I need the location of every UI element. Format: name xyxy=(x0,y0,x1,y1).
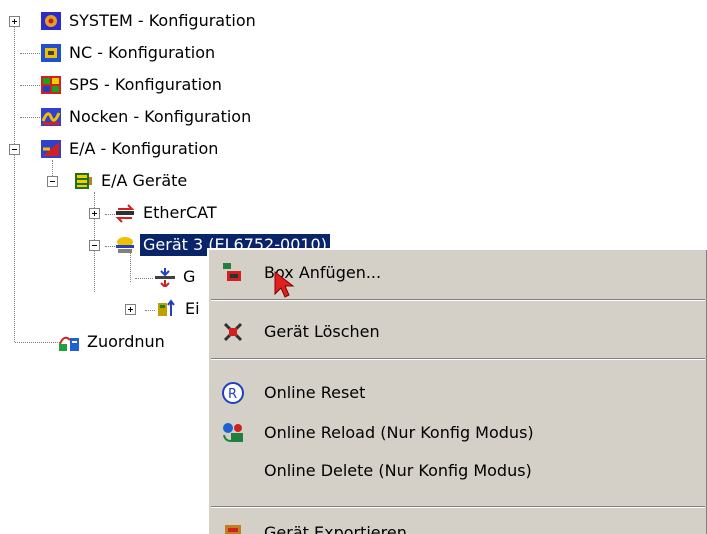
tree-line xyxy=(145,310,155,311)
menu-item-online-delete[interactable]: Online Delete (Nur Konfig Modus) xyxy=(209,454,707,488)
tree-node-zuordnung[interactable]: Zuordnun xyxy=(58,330,168,354)
menu-item-label: Online Delete (Nur Konfig Modus) xyxy=(264,461,532,480)
tree-node-label: Ei xyxy=(185,299,200,318)
mouse-cursor-icon xyxy=(274,270,295,298)
add-box-icon xyxy=(221,261,247,285)
expand-toggle[interactable] xyxy=(9,16,20,27)
tree-node-nocken[interactable]: Nocken - Konfiguration xyxy=(40,105,254,129)
io-devices-icon xyxy=(72,171,94,191)
expand-toggle[interactable] xyxy=(125,304,136,315)
tree-node-label: SYSTEM - Konfiguration xyxy=(69,11,256,30)
system-config-icon xyxy=(40,11,62,31)
device-icon xyxy=(114,235,136,255)
process-image-icon xyxy=(154,267,176,289)
cam-config-icon xyxy=(40,107,62,127)
tree-node-label: G xyxy=(183,267,196,286)
tree-node-label: NC - Konfiguration xyxy=(69,43,216,62)
delete-device-icon xyxy=(221,320,247,344)
tree-line xyxy=(20,117,40,118)
tree-node-label: E/A - Konfiguration xyxy=(69,139,219,158)
tree-line xyxy=(20,85,40,86)
tree-node-ea[interactable]: E/A - Konfiguration xyxy=(40,137,221,161)
tree-node-label: Nocken - Konfiguration xyxy=(69,107,252,126)
menu-item-online-reset[interactable]: R Online Reset xyxy=(209,376,707,410)
tree-node-label: EtherCAT xyxy=(143,203,217,222)
reset-icon: R xyxy=(221,381,247,405)
io-config-icon xyxy=(40,139,62,159)
menu-item-label: Online Reset xyxy=(264,383,366,402)
menu-separator xyxy=(211,506,705,508)
menu-item-label: Gerät Löschen xyxy=(264,322,380,341)
tree-node-ethercat[interactable]: EtherCAT xyxy=(114,201,220,225)
tree-line xyxy=(14,22,15,342)
tree-node-sps[interactable]: SPS - Konfiguration xyxy=(40,73,225,97)
tree-node-child-g[interactable]: G xyxy=(154,265,198,289)
mapping-icon xyxy=(58,332,80,352)
tree-node-label: SPS - Konfiguration xyxy=(69,75,222,94)
collapse-toggle[interactable] xyxy=(47,176,58,187)
svg-text:R: R xyxy=(228,387,237,402)
tree-node-ea-geraete[interactable]: E/A Geräte xyxy=(72,169,190,193)
ethercat-icon xyxy=(114,203,136,223)
expand-toggle[interactable] xyxy=(89,208,100,219)
collapse-toggle[interactable] xyxy=(9,144,20,155)
nc-config-icon xyxy=(40,43,62,63)
tree-node-system[interactable]: SYSTEM - Konfiguration xyxy=(40,9,259,33)
tree-node-nc[interactable]: NC - Konfiguration xyxy=(40,41,218,65)
menu-item-label: Online Reload (Nur Konfig Modus) xyxy=(264,423,534,442)
menu-item-geraet-exportieren[interactable]: Gerät Exportieren xyxy=(209,516,707,534)
inputs-icon xyxy=(156,299,178,319)
tree-node-label: E/A Geräte xyxy=(101,171,188,190)
menu-item-online-reload[interactable]: Online Reload (Nur Konfig Modus) xyxy=(209,416,707,450)
tree-node-label: Zuordnun xyxy=(87,332,165,351)
tree-line xyxy=(15,342,60,343)
menu-item-geraet-loeschen[interactable]: Gerät Löschen xyxy=(209,315,707,349)
menu-separator xyxy=(211,358,705,360)
collapse-toggle[interactable] xyxy=(89,240,100,251)
reload-icon xyxy=(221,421,247,445)
tree-node-child-ei[interactable]: Ei xyxy=(156,297,203,321)
export-icon xyxy=(221,521,247,534)
menu-item-label: Gerät Exportieren xyxy=(264,523,407,534)
sps-config-icon xyxy=(40,75,62,95)
tree-line xyxy=(135,278,153,279)
tree-line xyxy=(20,53,40,54)
